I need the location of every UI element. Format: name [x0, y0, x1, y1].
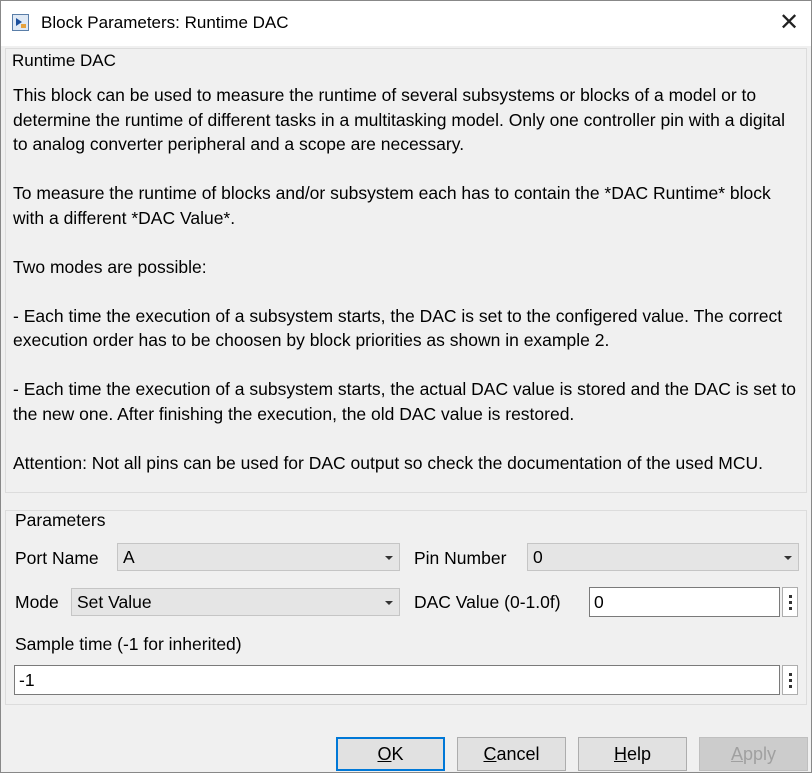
pin-number-label: Pin Number [414, 548, 507, 568]
help-button[interactable]: Help [578, 737, 687, 771]
description-text: This block can be used to measure the ru… [13, 85, 797, 473]
mode-select[interactable]: Set Value [71, 588, 400, 616]
dac-value-label: DAC Value (0-1.0f) [414, 592, 561, 612]
dialog-window: Block Parameters: Runtime DAC ✕ Runtime … [0, 0, 812, 773]
pin-number-value: 0 [533, 547, 543, 567]
more-options-icon[interactable] [782, 587, 798, 617]
apply-button[interactable]: Apply [699, 737, 808, 771]
cancel-button-mnemonic: C [483, 744, 497, 764]
title-bar[interactable]: Block Parameters: Runtime DAC ✕ [1, 1, 811, 46]
port-name-label: Port Name [15, 548, 99, 568]
chevron-down-icon [385, 601, 393, 605]
apply-button-mnemonic: A [730, 744, 743, 764]
help-button-mnemonic: H [613, 744, 627, 764]
description-heading: Runtime DAC [12, 51, 116, 70]
sample-time-label: Sample time (-1 for inherited) [15, 634, 242, 654]
parameters-heading: Parameters [15, 510, 106, 530]
window-title: Block Parameters: Runtime DAC [41, 13, 289, 32]
more-options-icon[interactable] [782, 665, 798, 695]
mode-value: Set Value [77, 592, 152, 612]
close-icon[interactable]: ✕ [771, 5, 807, 41]
simulink-block-icon [12, 14, 29, 31]
ok-button-rest: K [391, 744, 404, 764]
sample-time-input[interactable]: -1 [14, 665, 780, 695]
chevron-down-icon [784, 556, 792, 560]
help-button-rest: elp [626, 744, 652, 764]
port-name-select[interactable]: A [117, 543, 400, 571]
mode-label: Mode [15, 592, 59, 612]
port-name-value: A [123, 547, 135, 567]
dac-value-input[interactable]: 0 [589, 587, 780, 617]
cancel-button-rest: ancel [496, 744, 540, 764]
ok-button[interactable]: OK [336, 737, 445, 771]
apply-button-rest: pply [742, 744, 777, 764]
ok-button-mnemonic: O [377, 744, 392, 764]
chevron-down-icon [385, 556, 393, 560]
pin-number-select[interactable]: 0 [527, 543, 799, 571]
cancel-button[interactable]: Cancel [457, 737, 566, 771]
